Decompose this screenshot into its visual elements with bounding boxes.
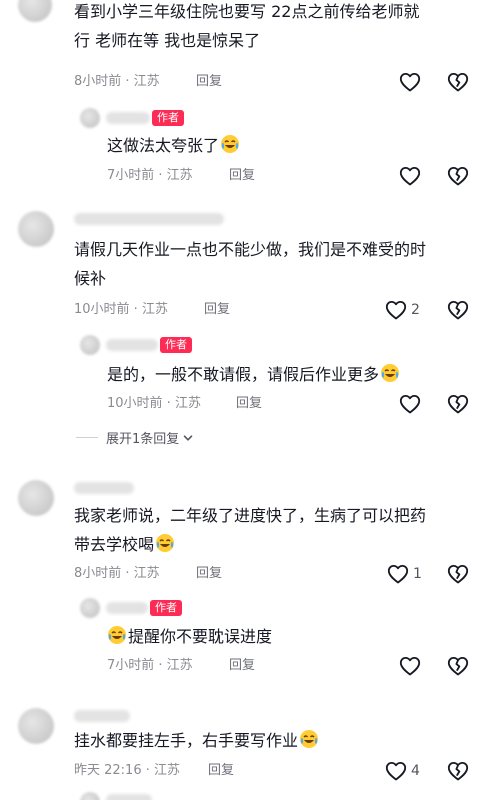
like-icon[interactable] [384, 298, 408, 322]
like-icon[interactable] [398, 654, 422, 678]
avatar[interactable] [18, 480, 54, 516]
like-count: 4 [411, 763, 420, 779]
dislike-icon[interactable] [446, 164, 470, 188]
comment-text: 请假几天作业一点也不能少做，我们是不难受的时候补 [74, 240, 427, 288]
reply-text: 提醒你不要耽误进度 [107, 622, 437, 651]
dislike-icon[interactable] [446, 759, 470, 783]
divider [76, 437, 98, 438]
like-icon[interactable] [398, 164, 422, 188]
comment-time-location: 10小时前 · 江苏 [74, 302, 168, 317]
reply-time-location: 10小时前 · 江苏 [107, 396, 201, 411]
reply-text: 是的，一般不敢请假，请假后作业更多 [107, 360, 467, 389]
comment-author-name[interactable] [74, 710, 130, 722]
like-count: 1 [413, 566, 422, 582]
comment-time-location: 8小时前 · 江苏 [74, 74, 160, 89]
author-badge: 作者 [160, 337, 192, 353]
like-icon[interactable] [384, 759, 408, 783]
crying-laughing-emoji [156, 534, 175, 552]
like-icon[interactable] [386, 562, 410, 586]
reply-author-name[interactable] [106, 602, 148, 614]
reply-button[interactable]: 回复 [236, 395, 262, 413]
comment-time-location: 8小时前 · 江苏 [74, 566, 160, 581]
comment-text: 看到小学三年级住院也要写 22点之前传给老师就行 老师在等 我也是惊呆了 [74, 2, 420, 50]
avatar[interactable] [80, 792, 100, 800]
reply-button[interactable]: 回复 [196, 73, 222, 91]
reply-time-location: 7小时前 · 江苏 [107, 658, 193, 673]
like-icon[interactable] [398, 392, 422, 416]
avatar[interactable] [80, 108, 100, 128]
reply-button[interactable]: 回复 [208, 762, 234, 780]
crying-laughing-emoji [221, 135, 240, 153]
author-badge: 作者 [152, 110, 184, 126]
reply-text: 这做法太夸张了 [107, 131, 437, 160]
comment-author-name[interactable] [74, 213, 224, 225]
comment-text: 我家老师说，二年级了进度快了，生病了可以把药带去学校喝 [74, 506, 427, 554]
avatar[interactable] [80, 335, 100, 355]
crying-laughing-emoji [300, 730, 319, 748]
dislike-icon[interactable] [446, 298, 470, 322]
like-count: 2 [411, 302, 420, 318]
reply-author-name[interactable] [106, 794, 152, 800]
crying-laughing-emoji [108, 626, 126, 644]
comment-text: 挂水都要挂左手，右手要写作业 [74, 726, 440, 755]
reply-time-location: 7小时前 · 江苏 [107, 168, 193, 183]
dislike-icon[interactable] [446, 392, 470, 416]
avatar[interactable] [18, 211, 54, 247]
avatar[interactable] [80, 598, 100, 618]
author-badge: 作者 [150, 600, 182, 616]
dislike-icon[interactable] [446, 654, 470, 678]
reply-author-name[interactable] [106, 339, 158, 351]
crying-laughing-emoji [381, 364, 400, 382]
comment-author-name[interactable] [74, 482, 134, 494]
like-icon[interactable] [398, 70, 422, 94]
avatar[interactable] [18, 0, 52, 22]
expand-replies-label: 展开1条回复 [106, 432, 180, 447]
reply-author-name[interactable] [106, 112, 150, 124]
chevron-down-icon [183, 434, 193, 441]
comment-time-location: 昨天 22:16 · 江苏 [74, 763, 180, 778]
dislike-icon[interactable] [446, 70, 470, 94]
reply-button[interactable]: 回复 [229, 167, 255, 185]
dislike-icon[interactable] [446, 562, 470, 586]
reply-button[interactable]: 回复 [204, 301, 230, 319]
reply-button[interactable]: 回复 [229, 657, 255, 675]
reply-button[interactable]: 回复 [196, 565, 222, 583]
expand-replies-button[interactable]: 展开1条回复 [76, 428, 194, 447]
avatar[interactable] [18, 708, 54, 744]
